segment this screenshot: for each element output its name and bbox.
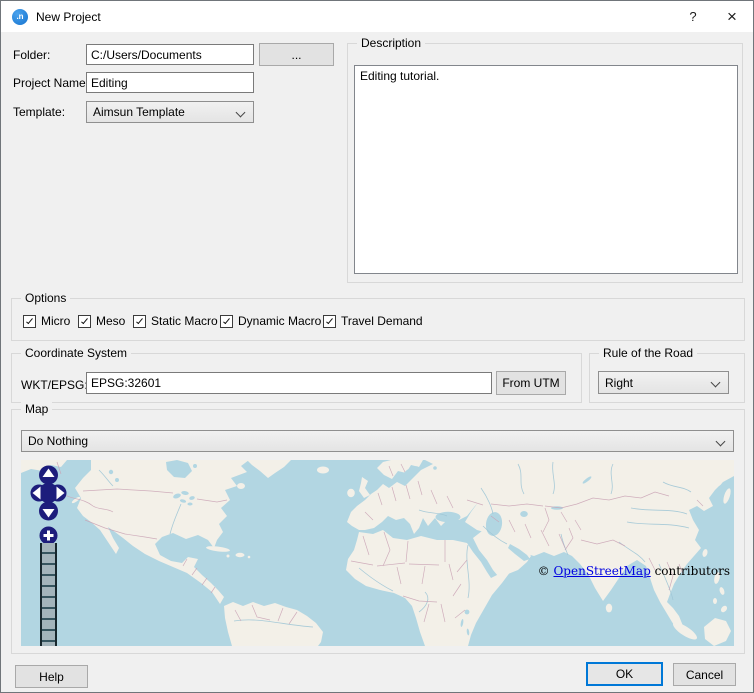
checkmark-icon (26, 316, 33, 323)
checkbox-box[interactable] (133, 315, 146, 328)
help-titlebar-button[interactable]: ? (677, 1, 709, 32)
checkbox-box[interactable] (220, 315, 233, 328)
description-textarea[interactable]: Editing tutorial. (354, 65, 738, 274)
checkmark-icon (326, 316, 333, 323)
map-attribution: © OpenStreetMap contributors (538, 564, 730, 578)
map-action-dropdown[interactable]: Do Nothing (21, 430, 734, 452)
map-zoom-slider[interactable] (40, 543, 57, 646)
chevron-down-icon (236, 108, 246, 118)
ok-button[interactable]: OK (586, 662, 663, 686)
coordinate-system-group-label: Coordinate System (21, 346, 131, 360)
project-name-input[interactable] (86, 72, 254, 93)
checkbox-label: Dynamic Macro (238, 314, 321, 328)
from-utm-button[interactable]: From UTM (496, 371, 566, 395)
project-name-label: Project Name: (13, 76, 89, 90)
openstreetmap-link[interactable]: OpenStreetMap (553, 564, 650, 578)
attribution-prefix: © (538, 564, 554, 578)
wkt-epsg-label: WKT/EPSG: (21, 378, 88, 392)
checkmark-icon (81, 316, 88, 323)
map-viewport[interactable]: © OpenStreetMap contributors (21, 460, 734, 646)
chevron-down-icon (716, 437, 726, 447)
folder-label: Folder: (13, 48, 50, 62)
rule-of-the-road-dropdown[interactable]: Right (598, 371, 729, 394)
checkbox-dynamic-macro[interactable]: Dynamic Macro (220, 314, 321, 328)
checkbox-micro[interactable]: Micro (23, 314, 70, 328)
map-action-selected-value: Do Nothing (28, 434, 88, 448)
template-label: Template: (13, 105, 65, 119)
checkmark-icon (223, 316, 230, 323)
rule-selected-value: Right (605, 376, 633, 390)
close-button[interactable]: × (715, 1, 749, 32)
checkbox-label: Meso (96, 314, 125, 328)
map-pan-control[interactable] (30, 465, 67, 521)
template-selected-value: Aimsun Template (93, 105, 185, 119)
attribution-suffix: contributors (651, 564, 730, 578)
options-group: Options Micro Meso Static Macro Dynamic … (11, 298, 745, 341)
window-title: New Project (36, 10, 101, 24)
checkbox-meso[interactable]: Meso (78, 314, 125, 328)
template-dropdown[interactable]: Aimsun Template (86, 101, 254, 123)
checkbox-box[interactable] (323, 315, 336, 328)
new-project-dialog: .n New Project ? × Folder: ... Project N… (0, 0, 754, 693)
checkbox-box[interactable] (78, 315, 91, 328)
checkbox-box[interactable] (23, 315, 36, 328)
checkbox-static-macro[interactable]: Static Macro (133, 314, 218, 328)
checkbox-travel-demand[interactable]: Travel Demand (323, 314, 423, 328)
help-button[interactable]: Help (15, 665, 88, 688)
map-group-label: Map (21, 402, 52, 416)
checkbox-label: Micro (41, 314, 70, 328)
chevron-down-icon (711, 378, 721, 388)
browse-button[interactable]: ... (259, 43, 334, 66)
titlebar: .n New Project ? × (1, 1, 753, 32)
wkt-epsg-input[interactable] (86, 372, 492, 394)
cancel-button[interactable]: Cancel (673, 663, 736, 686)
options-group-label: Options (21, 291, 70, 305)
description-group-label: Description (357, 36, 425, 50)
rule-of-the-road-group-label: Rule of the Road (599, 346, 697, 360)
description-group: Description Editing tutorial. (347, 43, 743, 283)
world-map (21, 460, 734, 646)
checkbox-label: Static Macro (151, 314, 218, 328)
checkbox-label: Travel Demand (341, 314, 423, 328)
checkmark-icon (136, 316, 143, 323)
aimsun-logo-icon: .n (12, 9, 28, 25)
folder-input[interactable] (86, 44, 254, 65)
